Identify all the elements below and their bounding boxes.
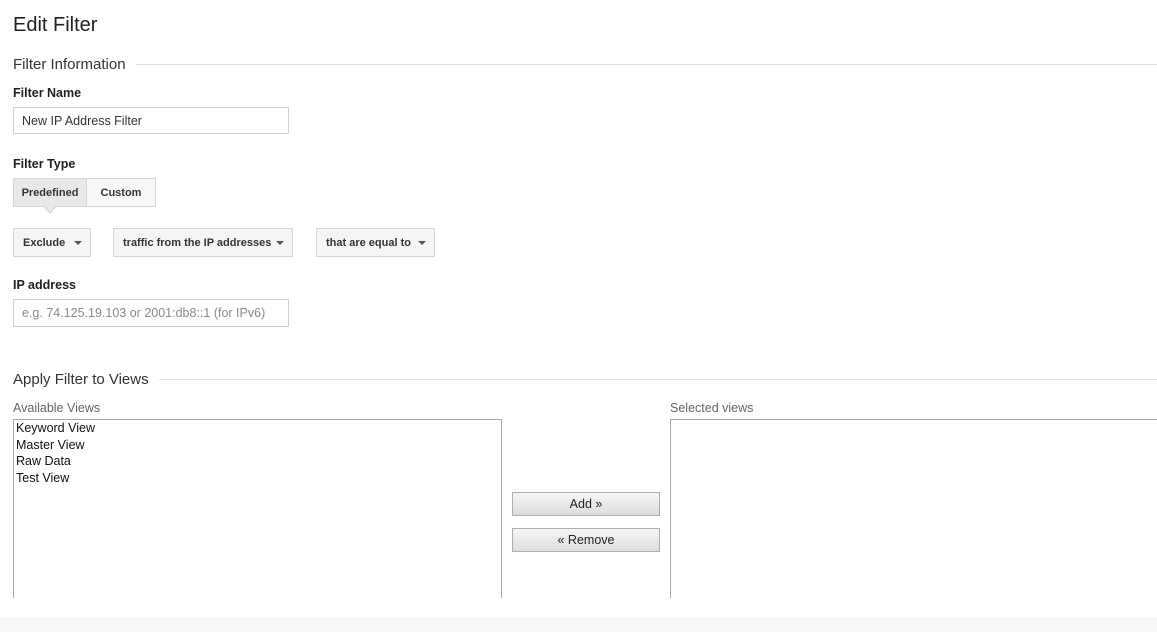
exclude-dropdown-label: Exclude: [23, 236, 66, 249]
available-views-label: Available Views: [13, 401, 101, 415]
expression-dropdown-label: that are equal to: [326, 236, 411, 249]
expression-dropdown[interactable]: that are equal to: [316, 228, 435, 257]
list-item[interactable]: Raw Data: [14, 453, 501, 470]
filter-name-input[interactable]: [13, 107, 289, 134]
available-views-list[interactable]: Keyword View Master View Raw Data Test View: [13, 419, 502, 598]
filter-information-title: Filter Information: [13, 55, 126, 73]
chevron-down-icon: [276, 241, 284, 245]
source-dropdown[interactable]: traffic from the IP addresses: [113, 228, 293, 257]
list-item[interactable]: Test View: [14, 470, 501, 487]
apply-filter-title: Apply Filter to Views: [13, 370, 149, 388]
section-divider: [135, 63, 1157, 65]
tab-custom[interactable]: Custom: [86, 178, 156, 207]
add-button[interactable]: Add »: [512, 492, 660, 516]
list-item[interactable]: Keyword View: [14, 420, 501, 437]
apply-filter-header: Apply Filter to Views: [13, 369, 1157, 389]
filter-type-toggle: Predefined Custom: [13, 178, 156, 214]
tab-predefined[interactable]: Predefined: [13, 178, 86, 214]
section-divider: [158, 378, 1157, 380]
list-item[interactable]: Master View: [14, 437, 501, 454]
footer-bar: [0, 617, 1157, 632]
selected-views-list[interactable]: [670, 419, 1157, 598]
chevron-down-icon: [418, 241, 426, 245]
selected-views-label: Selected views: [670, 401, 754, 415]
remove-button[interactable]: « Remove: [512, 528, 660, 552]
chevron-down-icon: [74, 241, 82, 245]
filter-information-header: Filter Information: [13, 54, 1157, 74]
page-title: Edit Filter: [13, 14, 98, 36]
ip-address-input[interactable]: [13, 299, 289, 327]
source-dropdown-label: traffic from the IP addresses: [123, 236, 272, 249]
ip-address-label: IP address: [13, 278, 77, 292]
filter-type-label: Filter Type: [13, 157, 76, 171]
exclude-dropdown[interactable]: Exclude: [13, 228, 91, 257]
filter-name-label: Filter Name: [13, 86, 82, 100]
